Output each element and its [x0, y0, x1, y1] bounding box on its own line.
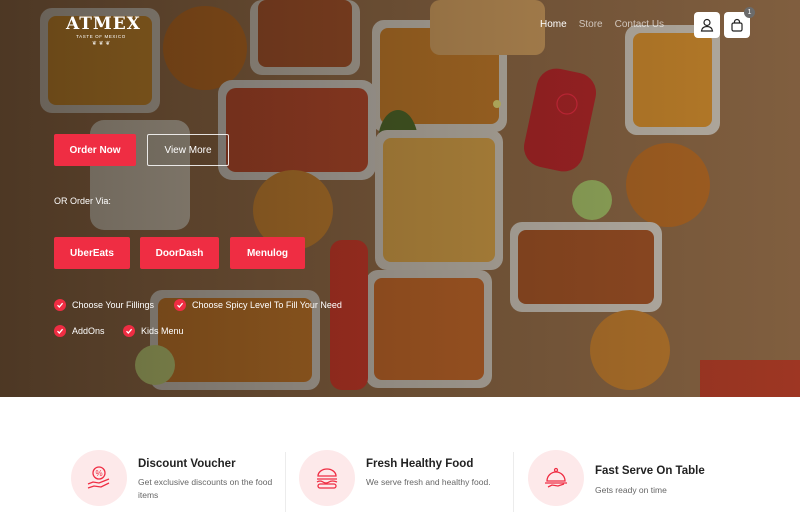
view-more-button[interactable]: View More — [147, 134, 229, 166]
account-button[interactable] — [694, 12, 720, 38]
check-icon — [54, 325, 66, 337]
brand-name: ATMEX — [66, 14, 141, 34]
ubereats-button[interactable]: UberEats — [54, 237, 130, 269]
divider — [513, 452, 514, 512]
feature-addons: AddOns — [54, 325, 105, 337]
check-icon — [174, 299, 186, 311]
feature-label: Kids Menu — [141, 326, 184, 336]
cloche-serving-icon — [528, 450, 584, 506]
order-via-label: OR Order Via: — [54, 196, 111, 206]
service-title: Fresh Healthy Food — [366, 458, 474, 470]
service-description: We serve fresh and healthy food. — [366, 477, 491, 487]
divider — [285, 452, 286, 512]
hero-overlay — [0, 0, 800, 397]
menulog-button[interactable]: Menulog — [230, 237, 305, 269]
user-icon — [700, 18, 714, 32]
feature-spicy-level: Choose Spicy Level To Fill Your Need — [174, 299, 342, 311]
feature-label: Choose Spicy Level To Fill Your Need — [192, 300, 342, 310]
service-discount-voucher: % — [71, 450, 127, 506]
check-icon — [123, 325, 135, 337]
feature-kids-menu: Kids Menu — [123, 325, 184, 337]
cart-button[interactable]: 1 — [724, 7, 755, 38]
brand-logo[interactable]: ATMEX TASTE OF MEXICO ❦ ❦ ❦ — [66, 14, 141, 47]
feature-label: Choose Your Fillings — [72, 300, 155, 310]
hero-banner: ATMEX TASTE OF MEXICO ❦ ❦ ❦ Home Store C… — [0, 0, 800, 397]
main-nav: Home Store Contact Us — [540, 19, 664, 30]
service-title: Fast Serve On Table — [595, 465, 705, 477]
order-now-button[interactable]: Order Now — [54, 134, 136, 166]
brand-tagline: TASTE OF MEXICO — [76, 34, 126, 39]
doordash-button[interactable]: DoorDash — [140, 237, 219, 269]
page: ATMEX TASTE OF MEXICO ❦ ❦ ❦ Home Store C… — [0, 0, 800, 513]
service-title: Discount Voucher — [138, 458, 236, 470]
service-description: Get exclusive discounts on the food item… — [138, 477, 273, 500]
service-fresh-healthy-food — [299, 450, 355, 506]
service-description: Gets ready on time — [595, 485, 667, 495]
check-icon — [54, 299, 66, 311]
burger-icon — [299, 450, 355, 506]
discount-hand-icon: % — [71, 450, 127, 506]
svg-text:%: % — [95, 469, 102, 478]
brand-ornament: ❦ ❦ ❦ — [91, 41, 111, 47]
service-fast-serve — [528, 450, 584, 506]
shopping-bag-icon — [731, 18, 743, 32]
feature-label: AddOns — [72, 326, 105, 336]
nav-contact-us[interactable]: Contact Us — [615, 19, 664, 30]
nav-store[interactable]: Store — [579, 19, 603, 30]
cart-count-badge: 1 — [744, 7, 755, 18]
nav-home[interactable]: Home — [540, 19, 567, 30]
feature-choose-fillings: Choose Your Fillings — [54, 299, 154, 311]
